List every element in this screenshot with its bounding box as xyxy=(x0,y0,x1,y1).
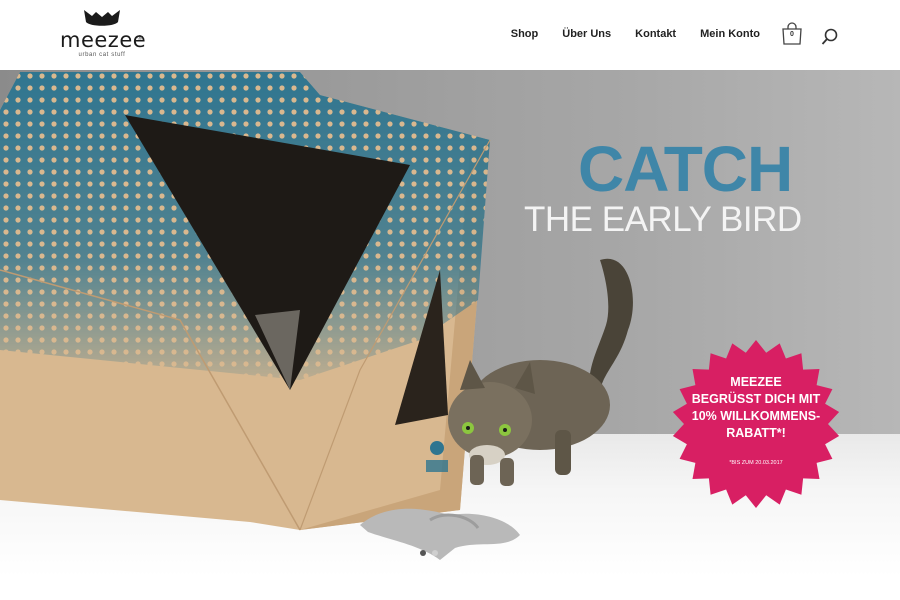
promo-badge-line: MEEZEE xyxy=(730,375,782,389)
slider-dots xyxy=(420,550,438,556)
slider-dot[interactable] xyxy=(420,550,426,556)
search-icon xyxy=(821,28,838,45)
site-header: meezee ® urban cat stuff Shop Über Uns K… xyxy=(0,0,900,70)
hero-headline-secondary: THE EARLY BIRD xyxy=(524,200,802,239)
cat-logo-icon xyxy=(84,10,120,26)
nav-item-mein-konto[interactable]: Mein Konto xyxy=(700,28,760,40)
promo-badge-line: BEGRÜSST DICH MIT xyxy=(691,392,821,406)
cart-button[interactable]: 0 xyxy=(780,22,804,46)
main-nav: Shop Über Uns Kontakt Mein Konto xyxy=(511,28,760,40)
cart-count: 0 xyxy=(790,31,794,38)
promo-badge-line: 10% WILLKOMMENS- xyxy=(691,409,821,423)
slider-dot[interactable] xyxy=(432,550,438,556)
nav-item-shop[interactable]: Shop xyxy=(511,28,539,40)
promo-badge-footnote: *BIS ZUM 20.03.2017 xyxy=(729,460,783,466)
brand-logo[interactable]: meezee ® urban cat stuff xyxy=(60,8,147,64)
promo-badge-line: RABATT*! xyxy=(726,426,786,440)
brand-name: meezee xyxy=(60,28,147,52)
hero-headline-primary: CATCH xyxy=(578,133,793,205)
brand-tagline: urban cat stuff xyxy=(78,52,126,58)
promo-badge-text: MEEZEE BEGRÜSST DICH MIT 10% WILLKOMMENS… xyxy=(670,374,842,442)
promo-badge[interactable]: MEEZEE BEGRÜSST DICH MIT 10% WILLKOMMENS… xyxy=(670,338,842,510)
nav-item-kontakt[interactable]: Kontakt xyxy=(635,28,676,40)
registered-mark: ® xyxy=(137,36,142,42)
search-button[interactable] xyxy=(821,28,839,46)
nav-item-ueber-uns[interactable]: Über Uns xyxy=(562,28,611,40)
hero-slider[interactable]: CATCH THE EARLY BIRD MEEZEE BEGRÜSST DIC… xyxy=(0,70,900,577)
